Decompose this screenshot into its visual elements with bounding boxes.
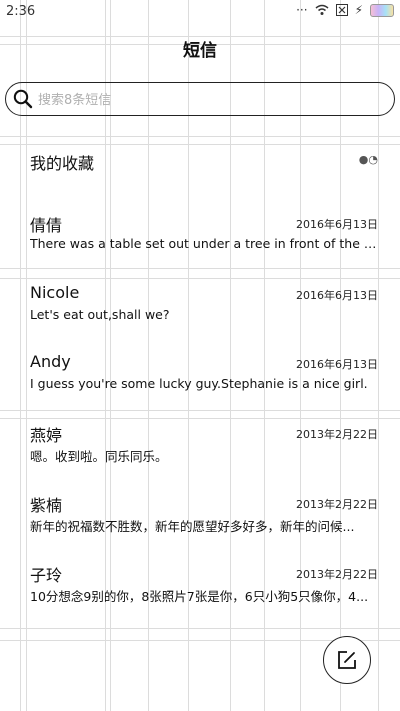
signal-dots-icon: ··· (296, 3, 308, 17)
message-date: 2016年6月13日 (296, 358, 378, 371)
page-title: 短信 (183, 41, 217, 61)
message-preview: 10分想念9别的你，8张照片7张是你，6只小狗5只像你，4... (30, 589, 369, 604)
message-date: 2013年2月22日 (296, 498, 378, 511)
message-preview: I guess you're some lucky guy.Stephanie … (30, 376, 368, 391)
compose-icon (338, 651, 356, 669)
status-time: 2:36 (6, 4, 36, 19)
status-bar: 2:36 ··· ⚡ (0, 0, 400, 26)
search-icon (13, 89, 33, 109)
charging-bolt-icon: ⚡ (354, 3, 363, 17)
message-preview: 嗯。收到啦。同乐同乐。 (30, 449, 168, 464)
message-preview: Let's eat out,shall we? (30, 307, 170, 322)
search-bar[interactable] (5, 82, 395, 116)
message-preview: 新年的祝福数不胜数，新年的愿望好多好多，新年的问候... (30, 519, 355, 534)
wifi-icon (315, 4, 329, 15)
message-date: 2013年2月22日 (296, 428, 378, 441)
status-icons: ··· ⚡ (296, 3, 394, 17)
message-date: 2016年6月13日 (296, 218, 378, 231)
message-date: 2016年6月13日 (296, 289, 378, 302)
message-date: 2013年2月22日 (296, 568, 378, 581)
contact-name: Andy (30, 352, 71, 371)
contact-name: 倩倩 (30, 216, 63, 235)
contact-name: 燕婷 (30, 426, 63, 445)
search-input[interactable] (36, 87, 380, 113)
contact-name: 子玲 (30, 566, 63, 585)
favorites-row[interactable]: 我的收藏 ●◔ (30, 150, 380, 174)
battery-icon (370, 3, 394, 17)
close-box-icon (335, 4, 348, 16)
favorites-label: 我的收藏 (30, 154, 95, 173)
compose-button[interactable] (323, 636, 371, 684)
favorites-indicator-icon: ●◔ (358, 153, 378, 166)
message-preview: There was a table set out under a tree i… (30, 236, 378, 251)
contact-name: Nicole (30, 283, 80, 302)
contact-name: 紫楠 (30, 496, 63, 515)
